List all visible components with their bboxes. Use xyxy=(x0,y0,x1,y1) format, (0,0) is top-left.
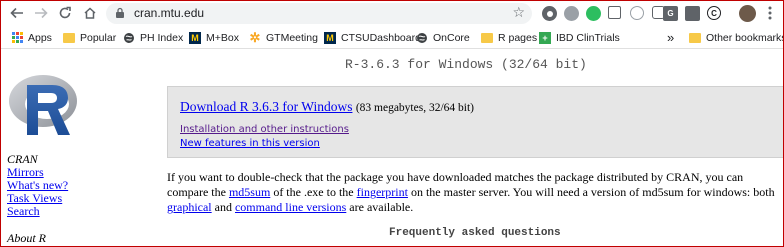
chevron-double-right-icon: » xyxy=(667,30,675,45)
bookmark-ibd-clintrials[interactable]: + IBD ClinTrials xyxy=(539,29,620,46)
arrow-right-icon xyxy=(35,7,48,19)
bookmark-mbox-label: M+Box xyxy=(206,31,239,44)
folder-icon xyxy=(481,33,493,43)
cc-extension-icon[interactable]: C xyxy=(707,6,721,20)
skype-icon[interactable] xyxy=(630,6,644,20)
web-page: CRAN Mirrors What's new? Task Views Sear… xyxy=(1,50,783,246)
globe-icon xyxy=(416,32,428,44)
bookmark-gtmeeting-label: GTMeeting xyxy=(266,31,318,44)
bookmark-oncore[interactable]: OnCore xyxy=(416,29,470,46)
url-text: cran.mtu.edu xyxy=(134,6,205,20)
bookmark-ph-index[interactable]: PH Index xyxy=(123,29,183,46)
bookmark-ctsu[interactable]: M CTSUDashboard xyxy=(324,29,421,46)
bookmark-ibd-label: IBD ClinTrials xyxy=(556,31,620,44)
about-r-heading: About R xyxy=(7,231,46,245)
checksum-paragraph: If you want to double-check that the pac… xyxy=(167,170,783,215)
g-extension-icon[interactable]: G xyxy=(663,6,678,21)
browser-window: cran.mtu.edu ☆ G C Apps Popular PH Index… xyxy=(0,0,784,247)
bookmark-apps-label: Apps xyxy=(28,31,52,44)
forward-button[interactable] xyxy=(32,4,50,22)
bookmark-other-label: Other bookmarks xyxy=(706,31,784,44)
lock-icon xyxy=(116,7,124,18)
bookmark-other[interactable]: Other bookmarks xyxy=(689,29,784,46)
para-text-4: and xyxy=(211,200,235,214)
new-features-link[interactable]: New features in this version xyxy=(180,138,320,149)
evernote-icon[interactable] xyxy=(586,6,601,21)
download-line: Download R 3.6.3 for Windows (83 megabyt… xyxy=(180,99,474,115)
profile-avatar[interactable] xyxy=(739,5,756,22)
back-button[interactable] xyxy=(8,4,26,22)
bookmark-ctsu-label: CTSUDashboard xyxy=(341,31,421,44)
umich-logo-icon: M xyxy=(189,31,201,44)
fingerprint-link[interactable]: fingerprint xyxy=(357,185,408,199)
download-size: (83 megabytes, 32/64 bit) xyxy=(355,102,475,114)
page-title: R-3.6.3 for Windows (32/64 bit) xyxy=(345,57,587,72)
para-text-5: are available. xyxy=(346,200,414,214)
command-line-versions-link[interactable]: command line versions xyxy=(235,200,346,214)
bookmark-apps[interactable]: Apps xyxy=(11,29,52,46)
menu-button[interactable] xyxy=(761,4,779,22)
home-button[interactable] xyxy=(81,4,99,22)
sidebar: CRAN Mirrors What's new? Task Views Sear… xyxy=(1,50,161,246)
cc-extension-letter: C xyxy=(711,8,717,18)
search-link[interactable]: Search xyxy=(7,205,40,218)
umich-logo-icon: M xyxy=(324,31,336,44)
browser-toolbar: cran.mtu.edu ☆ G C xyxy=(1,1,783,26)
arrow-left-icon xyxy=(10,7,23,19)
md5sum-link[interactable]: md5sum xyxy=(229,185,270,199)
installation-instructions-link[interactable]: Installation and other instructions xyxy=(180,124,349,135)
graphical-link[interactable]: graphical xyxy=(167,200,212,214)
bookmark-r-pages-label: R pages xyxy=(498,31,538,44)
folder-icon xyxy=(63,33,75,43)
ext-grey-badge-icon[interactable] xyxy=(564,6,579,21)
bookmarks-bar: Apps Popular PH Index M M+Box ✲ GTMeetin… xyxy=(1,26,783,49)
r-logo[interactable] xyxy=(7,67,79,139)
gtmeeting-flower-icon: ✲ xyxy=(249,29,261,45)
para-text-3: on the master server. You will need a ve… xyxy=(407,185,775,199)
main-content: R-3.6.3 for Windows (32/64 bit) Download… xyxy=(167,50,783,246)
bookmark-oncore-label: OnCore xyxy=(433,31,470,44)
bookmark-ph-index-label: PH Index xyxy=(140,31,184,44)
globe-icon xyxy=(123,32,135,44)
bookmarks-overflow-button[interactable]: » xyxy=(667,29,674,46)
bookmark-r-pages[interactable]: R pages xyxy=(481,29,537,46)
para-text-2: of the .exe to the xyxy=(270,185,357,199)
download-box: Download R 3.6.3 for Windows (83 megabyt… xyxy=(167,86,783,158)
ext-dark-circle-icon[interactable] xyxy=(542,6,557,21)
ext-outline-square-icon[interactable] xyxy=(608,6,621,19)
star-icon[interactable]: ☆ xyxy=(512,5,525,21)
g-extension-letter: G xyxy=(667,9,674,18)
bookmark-gtmeeting[interactable]: ✲ GTMeeting xyxy=(249,29,318,46)
bookmark-popular-label: Popular xyxy=(80,31,117,44)
ext-square-icon[interactable] xyxy=(685,6,700,21)
download-r-link[interactable]: Download R 3.6.3 for Windows xyxy=(180,99,352,114)
reload-button[interactable] xyxy=(56,4,74,22)
apps-grid-icon xyxy=(11,32,23,44)
bookmark-popular[interactable]: Popular xyxy=(63,29,116,46)
faq-heading: Frequently asked questions xyxy=(389,227,561,239)
reload-icon xyxy=(59,6,71,19)
kebab-menu-icon xyxy=(768,6,772,20)
home-icon xyxy=(84,7,96,19)
bookmark-mbox[interactable]: M M+Box xyxy=(189,29,239,46)
sheets-icon: + xyxy=(539,31,551,44)
folder-icon xyxy=(689,33,701,43)
address-bar[interactable]: cran.mtu.edu ☆ xyxy=(106,3,532,24)
